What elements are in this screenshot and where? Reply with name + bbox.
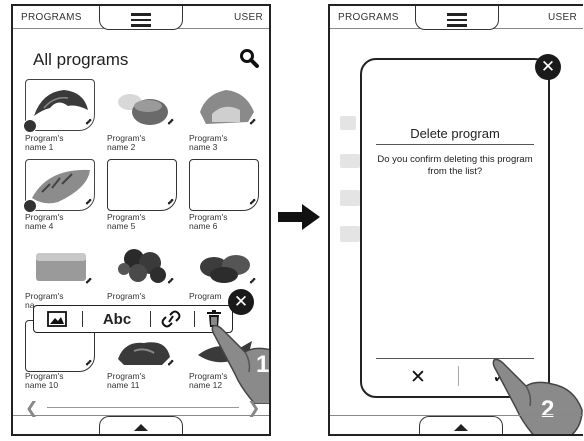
program-actions-toolbar: Abc — [33, 305, 233, 333]
rename-button[interactable]: Abc — [86, 306, 148, 332]
program-name: Program — [189, 291, 222, 301]
toolbar-close-button[interactable]: ✕ — [228, 289, 254, 315]
program-name: Program's — [107, 291, 146, 301]
hamburger-menu-icon[interactable] — [446, 13, 467, 30]
program-tile[interactable]: ••• — [189, 238, 259, 290]
magnifier-icon[interactable] — [239, 48, 259, 68]
delete-program-dialog: Delete program Do you confirm deleting t… — [360, 58, 550, 398]
dialog-message: Do you confirm deleting this program fro… — [377, 154, 533, 177]
link-button[interactable] — [152, 306, 190, 332]
program-name: Program's name 4 — [25, 212, 64, 231]
more-options-icon[interactable]: ••• — [246, 196, 258, 208]
chevron-up-icon — [453, 424, 468, 431]
program-tile[interactable]: ••• — [189, 79, 259, 131]
image-icon — [47, 311, 67, 327]
hamburger-menu-icon[interactable] — [131, 13, 151, 30]
step-number: 2 — [541, 396, 555, 423]
user-tab[interactable]: USER — [548, 12, 577, 23]
pager-track — [47, 407, 239, 408]
program-tile[interactable]: ••• — [107, 159, 177, 211]
more-options-icon[interactable]: ••• — [82, 357, 94, 369]
programs-tab[interactable]: PROGRAMS — [338, 12, 399, 23]
program-name: Program's name 3 — [189, 133, 228, 152]
program-tile[interactable]: ••• — [23, 79, 95, 133]
program-tile[interactable]: ••• — [107, 238, 177, 290]
programs-tab[interactable]: PROGRAMS — [21, 12, 82, 23]
more-options-icon[interactable]: ••• — [164, 196, 176, 208]
program-tile[interactable]: ••• — [107, 79, 177, 131]
set-image-button[interactable] — [38, 306, 76, 332]
top-bar: PROGRAMS USER — [13, 6, 269, 30]
page-title: All programs — [33, 50, 129, 69]
program-tile[interactable]: ••• — [23, 159, 95, 213]
program-badge — [23, 119, 37, 133]
link-icon — [161, 310, 181, 328]
tap-hand-icon — [492, 358, 583, 434]
programs-screen: PROGRAMS USER All programs ••• Program's… — [11, 4, 271, 436]
program-badge — [23, 199, 37, 213]
program-name: Program's name 1 — [25, 133, 64, 152]
program-name: Program's name 10 — [25, 371, 64, 390]
program-tile[interactable]: ••• — [189, 159, 259, 211]
delete-confirmation-screen: PROGRAMS USER Delete program Do you conf… — [328, 4, 583, 436]
chevron-up-icon — [134, 424, 148, 431]
program-name: Program's name 6 — [189, 212, 228, 231]
top-bar: PROGRAMS USER — [330, 6, 583, 30]
bottom-drawer-tab[interactable] — [418, 416, 503, 434]
cancel-button[interactable]: ✕ — [410, 366, 426, 389]
program-name: Program's name 5 — [107, 212, 146, 231]
user-tab[interactable]: USER — [234, 12, 263, 23]
program-name: Program's name 2 — [107, 133, 146, 152]
dialog-close-button[interactable]: ✕ — [535, 54, 561, 80]
program-tile[interactable]: ••• — [25, 238, 95, 290]
transition-arrow-icon — [278, 204, 320, 230]
program-name: Program's name 11 — [107, 371, 146, 390]
dialog-title: Delete program — [410, 126, 500, 141]
step-number: 1 — [256, 351, 270, 378]
bottom-drawer-tab[interactable] — [99, 416, 183, 434]
